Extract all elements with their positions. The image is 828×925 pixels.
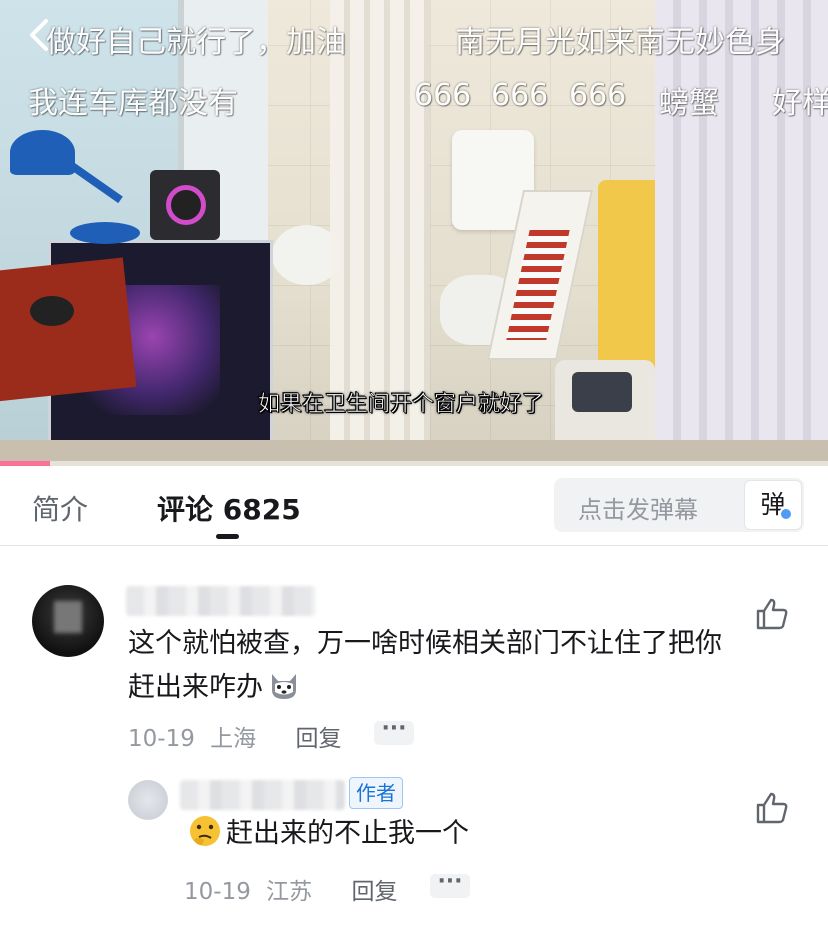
danmaku-item: 666	[569, 78, 627, 113]
danmaku-toggle-button[interactable]: 弹	[744, 480, 802, 530]
danmaku-item: 做好自己就行了，加油	[46, 25, 346, 60]
username-blurred[interactable]	[126, 586, 316, 616]
video-player[interactable]: 做好自己就行了，加油 南无月光如来南无妙色身 我连车库都没有 666 666 6…	[0, 0, 828, 466]
danmaku-item: 666	[414, 78, 472, 113]
comment-text: 赶出来的不止我一个	[188, 812, 708, 856]
tab-intro[interactable]: 简介	[32, 488, 88, 528]
reply-button[interactable]: 回复	[351, 879, 397, 905]
comment-text: 这个就怕被查，万一啥时候相关部门不让住了把你赶出来咋办	[128, 622, 728, 710]
danmaku-item: 螃蟹	[659, 86, 719, 121]
thumbs-up-icon[interactable]	[754, 790, 790, 826]
tab-bar: 简介 评论 6825 点击发弹幕 弹	[0, 466, 828, 546]
more-options-button[interactable]: ···	[430, 871, 470, 898]
tab-comments[interactable]: 评论 6825	[157, 488, 301, 528]
danmaku-item: 666	[491, 78, 549, 113]
username-blurred[interactable]	[180, 780, 345, 810]
comment-date: 10-19	[128, 726, 195, 752]
thinking-face-emoji-icon	[190, 816, 220, 846]
comment-body: 这个就怕被查，万一啥时候相关部门不让住了把你赶出来咋办	[128, 628, 722, 703]
comment-body: 赶出来的不止我一个	[226, 818, 469, 849]
comment-date: 10-19	[184, 879, 251, 905]
dog-emoji-icon	[272, 674, 296, 699]
comment-location: 上海	[210, 726, 257, 752]
video-subtitle: 如果在卫生间开个窗户就好了	[258, 392, 545, 418]
danmaku-settings-badge-icon	[779, 507, 793, 521]
comment-meta: 10-19 上海 回复	[128, 719, 349, 753]
thumbs-up-icon[interactable]	[754, 596, 790, 632]
danmaku-input[interactable]: 点击发弹幕 弹	[554, 478, 804, 532]
back-arrow-icon[interactable]	[28, 18, 50, 52]
reply-button[interactable]: 回复	[295, 726, 341, 752]
comment-meta: 10-19 江苏 回复	[184, 872, 405, 906]
active-tab-indicator	[216, 534, 239, 539]
more-options-button[interactable]: ···	[374, 718, 414, 745]
avatar[interactable]	[32, 585, 104, 657]
comments-count: 6825	[222, 493, 301, 526]
tab-comments-label: 评论	[157, 493, 214, 526]
danmaku-item: 好样	[772, 86, 828, 121]
danmaku-item: 南无月光如来南无妙色身	[455, 25, 785, 60]
danmaku-placeholder: 点击发弹幕	[578, 496, 698, 524]
comment-location: 江苏	[266, 879, 313, 905]
danmaku-item: 我连车库都没有	[28, 86, 238, 121]
author-badge: 作者	[349, 777, 403, 809]
avatar[interactable]	[128, 780, 168, 820]
